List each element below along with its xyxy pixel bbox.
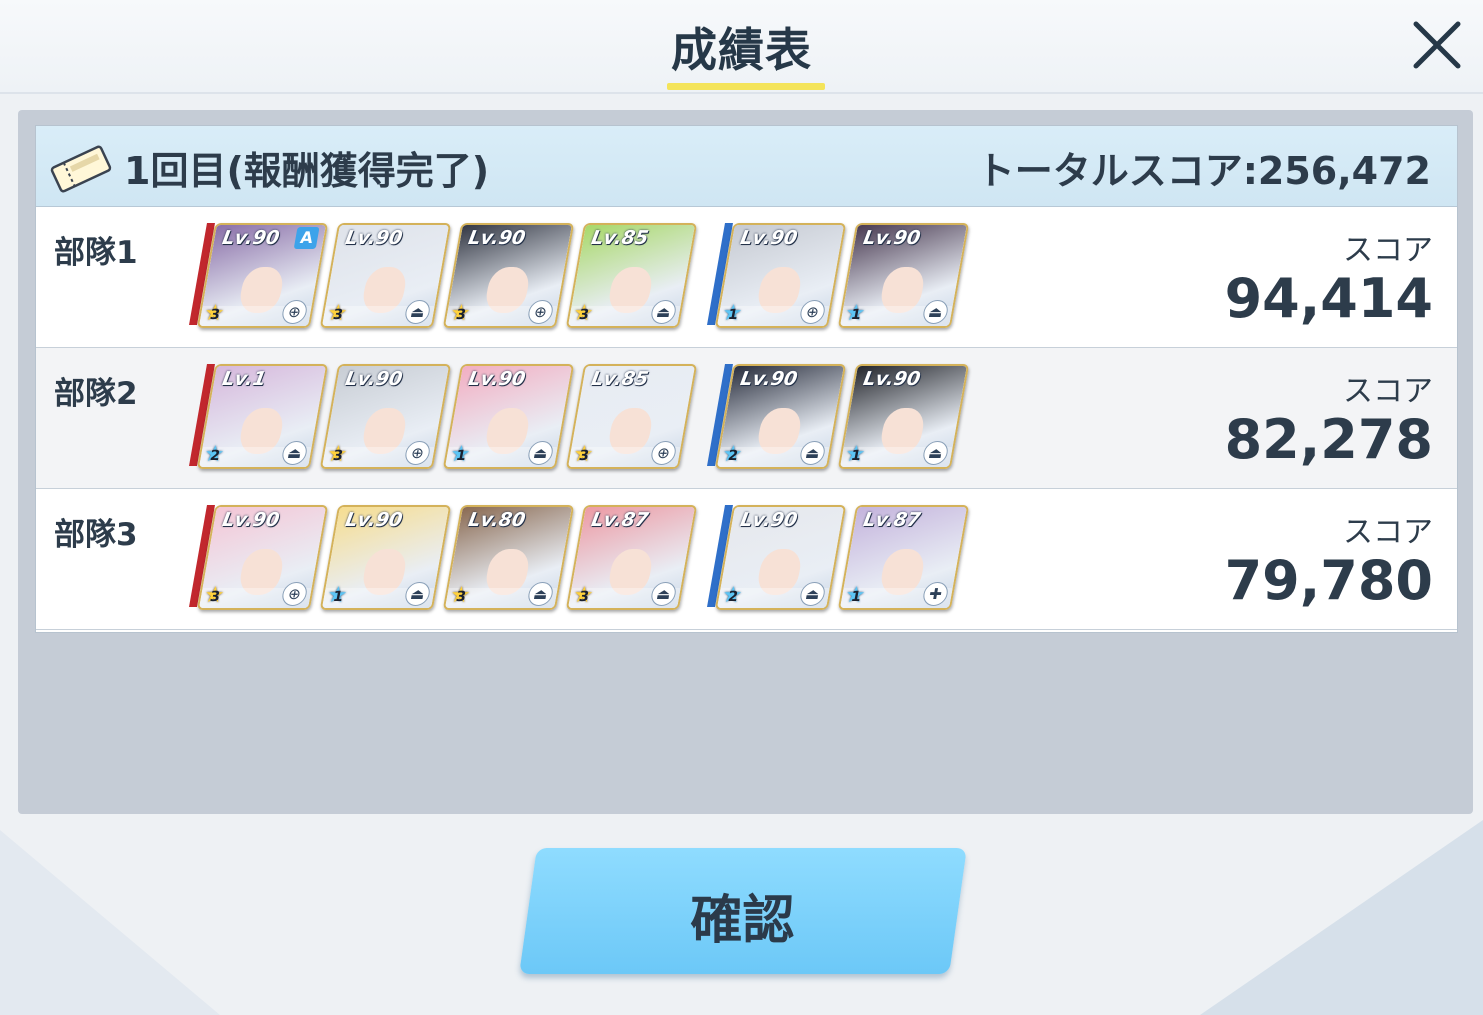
confirm-button[interactable]: 確認 (519, 848, 967, 974)
student-card[interactable]: Lv.85 ★ 3 ⊕ (565, 364, 698, 469)
team-name: 部隊1 (54, 235, 138, 271)
team-name: 部隊3 (54, 517, 138, 553)
close-button[interactable] (1408, 18, 1466, 72)
level-label: Lv.90 (738, 227, 800, 249)
student-card[interactable]: Lv.87 ★ 1 ✚ (837, 505, 970, 610)
ticket-icon (50, 145, 112, 193)
round-header: 1回目(報酬獲得完了) トータルスコア:256,472 (36, 126, 1457, 207)
level-label: Lv.90 (343, 368, 405, 390)
header-bar: 成績表 (0, 0, 1483, 94)
total-score: トータルスコア:256,472 (976, 149, 1431, 193)
score-value: 82,278 (1224, 408, 1433, 471)
page-title: 成績表 (671, 23, 812, 77)
title-underline (667, 83, 825, 90)
student-card[interactable]: Lv.90 ★ 1 ⏏ (837, 223, 970, 328)
student-card[interactable]: Lv.85 ★ 3 ⏏ (565, 223, 698, 328)
student-card[interactable]: Lv.90 ★ 2 ⏏ (714, 505, 847, 610)
level-label: Lv.80 (466, 509, 528, 531)
assist-badge: A (293, 227, 320, 249)
level-label: Lv.90 (466, 227, 528, 249)
level-label: Lv.90 (861, 227, 923, 249)
student-card[interactable]: Lv.90 ★ 1 ⏏ (837, 364, 970, 469)
level-label: Lv.90 (343, 509, 405, 531)
student-card[interactable]: Lv.90 ★ 1 ⊕ (714, 223, 847, 328)
student-card[interactable]: Lv.90 ★ 3 ⊕ (319, 364, 452, 469)
student-card[interactable]: Lv.87 ★ 3 ⏏ (565, 505, 698, 610)
results-card: 1回目(報酬獲得完了) トータルスコア:256,472 部隊1 Lv.90 ★ 3 ⊕ A… (35, 125, 1458, 633)
level-label: Lv.90 (343, 227, 405, 249)
student-card[interactable]: Lv.90 ★ 3 ⊕ A (196, 223, 329, 328)
level-label: Lv.90 (861, 368, 923, 390)
student-card[interactable]: Lv.1 ★ 2 ⏏ (196, 364, 329, 469)
level-label: Lv.87 (589, 509, 651, 531)
level-label: Lv.90 (738, 368, 800, 390)
score-label: スコア (1343, 233, 1433, 268)
level-label: Lv.1 (220, 368, 268, 390)
round-label: 1回目(報酬獲得完了) (124, 149, 490, 193)
level-label: Lv.90 (466, 368, 528, 390)
student-card[interactable]: Lv.90 ★ 3 ⊕ (442, 223, 575, 328)
student-card[interactable]: Lv.90 ★ 3 ⏏ (319, 223, 452, 328)
level-label: Lv.85 (589, 368, 651, 390)
student-card[interactable]: Lv.90 ★ 1 ⏏ (319, 505, 452, 610)
level-label: Lv.90 (220, 509, 282, 531)
student-card[interactable]: Lv.90 ★ 2 ⏏ (714, 364, 847, 469)
student-card[interactable]: Lv.90 ★ 1 ⏏ (442, 364, 575, 469)
student-card[interactable]: Lv.90 ★ 3 ⊕ (196, 505, 329, 610)
score-value: 79,780 (1224, 549, 1433, 612)
level-label: Lv.85 (589, 227, 651, 249)
level-label: Lv.90 (738, 509, 800, 531)
student-card[interactable]: Lv.80 ★ 3 ⏏ (442, 505, 575, 610)
score-label: スコア (1343, 374, 1433, 409)
confirm-label: 確認 (690, 891, 795, 951)
team-name: 部隊2 (54, 376, 138, 412)
team-row: 部隊1 Lv.90 ★ 3 ⊕ A Lv.90 ★ 3 ⏏ Lv.90 ★ 3 ⊕ Lv.85 ★ 3 ⏏ Lv.9… (36, 207, 1457, 348)
team-row: 部隊3 Lv.90 ★ 3 ⊕ Lv.90 ★ 1 ⏏ Lv.80 ★ 3 ⏏ Lv.87 ★ 3 ⏏ Lv.90… (36, 489, 1457, 630)
team-row: 部隊2 Lv.1 ★ 2 ⏏ Lv.90 ★ 3 ⊕ Lv.90 ★ 1 ⏏ Lv.85 ★ 3 ⊕ Lv.90 ★… (36, 348, 1457, 489)
close-icon (1413, 21, 1461, 69)
level-label: Lv.87 (861, 509, 923, 531)
level-label: Lv.90 (220, 227, 282, 249)
score-label: スコア (1343, 515, 1433, 550)
score-value: 94,414 (1224, 267, 1433, 330)
